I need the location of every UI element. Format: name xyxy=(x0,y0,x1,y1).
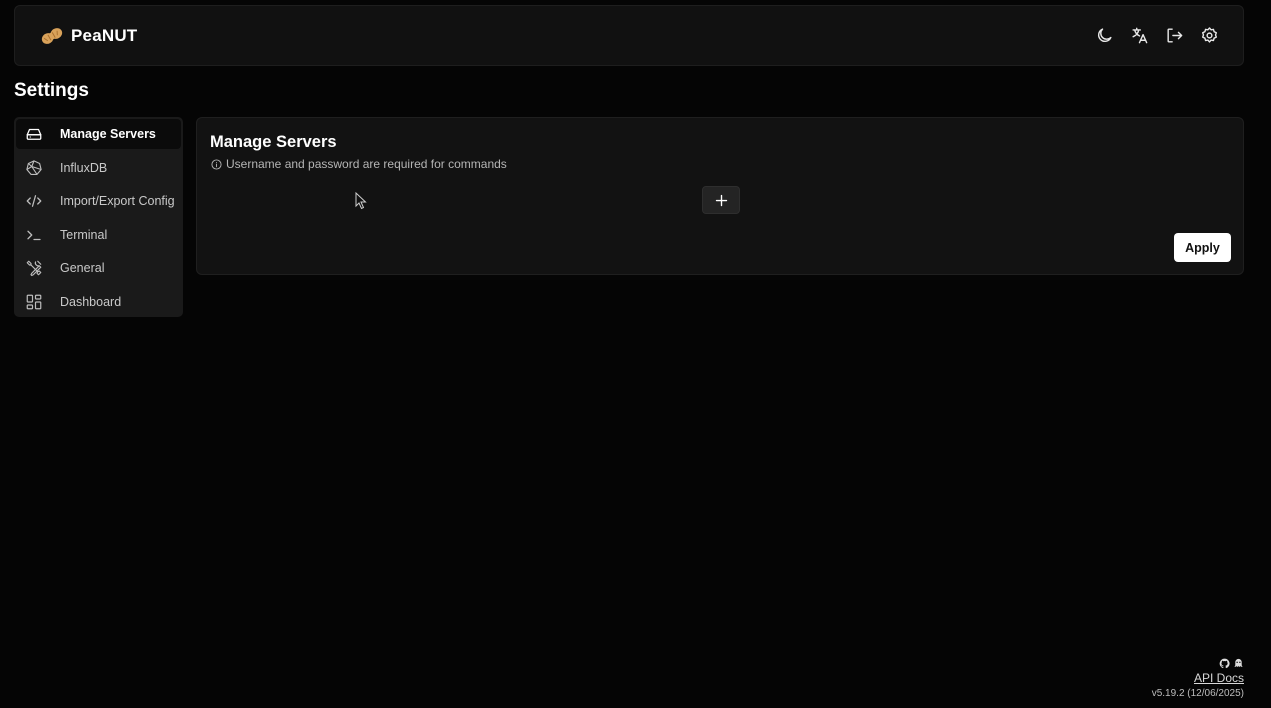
sidebar-item-label: Manage Servers xyxy=(60,127,156,141)
sidebar-item-label: General xyxy=(60,261,105,276)
peanut-icon xyxy=(39,25,65,47)
sidebar-item-label: Terminal xyxy=(60,227,108,242)
manage-servers-panel: Manage Servers Username and password are… xyxy=(196,117,1244,275)
add-server-button[interactable] xyxy=(702,186,740,214)
server-icon xyxy=(24,124,44,144)
terminal-icon xyxy=(24,225,44,245)
sidebar-item-label: Import/Export Config xyxy=(60,194,175,209)
app-name: PeaNUT xyxy=(71,25,138,45)
top-bar: PeaNUT xyxy=(14,5,1244,66)
version-label: v5.19.2 (12/06/2025) xyxy=(1151,688,1244,699)
credentials-note: Username and password are required for c… xyxy=(211,157,507,171)
apply-button[interactable]: Apply xyxy=(1174,233,1231,262)
sidebar-item-terminal[interactable]: Terminal xyxy=(16,220,181,250)
gear-icon[interactable] xyxy=(1199,26,1219,46)
dashboard-icon xyxy=(24,292,44,312)
panel-title: Manage Servers xyxy=(210,133,337,151)
github-icon[interactable] xyxy=(1219,658,1230,669)
credentials-note-text: Username and password are required for c… xyxy=(226,157,507,171)
footer-icons xyxy=(1152,656,1244,670)
sidebar-item-general[interactable]: General xyxy=(16,253,181,283)
influxdb-icon xyxy=(24,158,44,178)
sidebar-item-label: InfluxDB xyxy=(60,160,108,175)
page-title: Settings xyxy=(14,80,89,101)
mouse-cursor-icon xyxy=(355,192,367,210)
sidebar-item-dashboard[interactable]: Dashboard xyxy=(16,287,181,317)
settings-sidebar: Manage Servers InfluxDB Import/Export Co… xyxy=(14,117,183,317)
code-icon xyxy=(24,191,44,211)
info-icon xyxy=(211,158,222,170)
translate-icon[interactable] xyxy=(1129,26,1149,46)
moon-icon[interactable] xyxy=(1094,26,1114,46)
header-actions xyxy=(1094,26,1219,46)
sidebar-item-manage-servers[interactable]: Manage Servers xyxy=(16,119,181,149)
sidebar-item-influxdb[interactable]: InfluxDB xyxy=(16,153,181,183)
tools-icon xyxy=(24,258,44,278)
logout-icon[interactable] xyxy=(1164,26,1184,46)
api-docs-link[interactable]: API Docs xyxy=(1152,671,1244,685)
sidebar-item-import-export-config[interactable]: Import/Export Config xyxy=(16,186,181,216)
plus-icon xyxy=(714,193,729,208)
brand[interactable]: PeaNUT xyxy=(39,25,137,47)
sidebar-item-label: Dashboard xyxy=(60,294,122,309)
ghost-icon[interactable] xyxy=(1233,658,1244,669)
footer: API Docs v5.19.2 (12/06/2025) xyxy=(1152,656,1244,699)
